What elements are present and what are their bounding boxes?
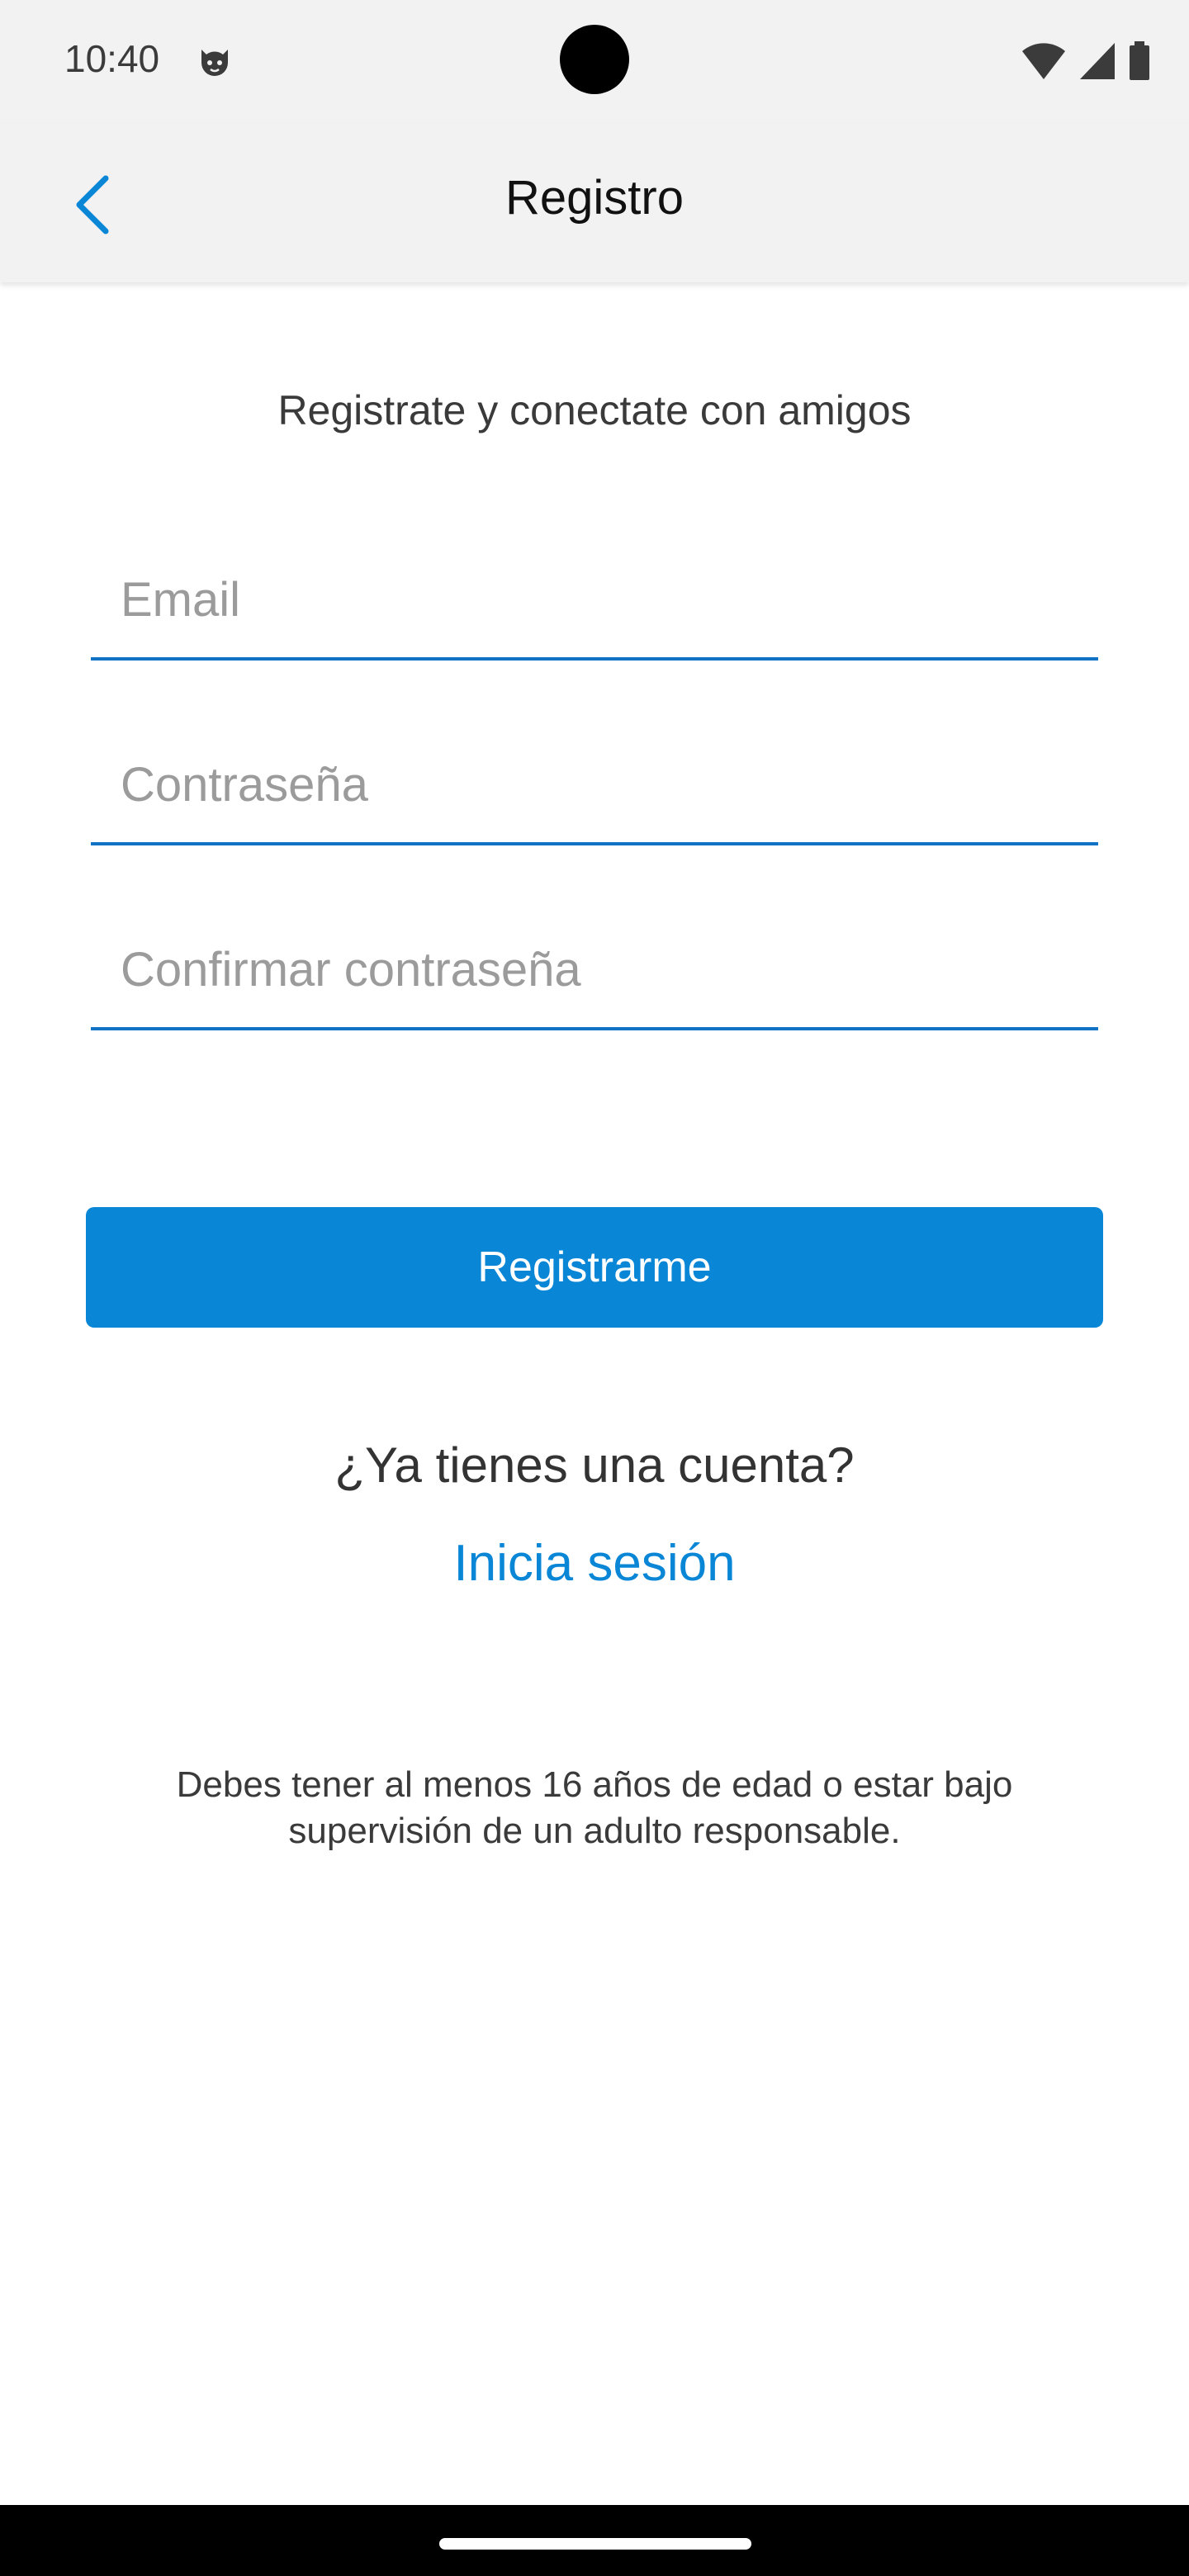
- password-input[interactable]: [121, 757, 1090, 812]
- wifi-icon: [1021, 41, 1067, 81]
- status-bar: 10:40: [0, 0, 1189, 124]
- status-time: 10:40: [64, 37, 160, 80]
- status-icons: [1021, 40, 1151, 83]
- have-account-prompt: ¿Ya tienes una cuenta?: [334, 1437, 855, 1493]
- login-link[interactable]: Inicia sesión: [0, 1534, 1189, 1593]
- email-input[interactable]: [121, 572, 1090, 627]
- page-title: Registro: [505, 171, 684, 225]
- password-field: [91, 722, 1098, 845]
- home-indicator[interactable]: [439, 2538, 751, 2550]
- email-field: [91, 537, 1098, 661]
- form-subtitle: Registrate y conectate con amigos: [277, 387, 912, 433]
- battery-icon: [1128, 41, 1151, 81]
- registration-screen: 10:40 Registro Registrate y conectate co…: [0, 0, 1189, 2576]
- camera-cutout: [560, 25, 629, 94]
- confirm-password-field: [91, 907, 1098, 1030]
- confirm-password-input[interactable]: [121, 942, 1090, 997]
- register-button[interactable]: Registrarme: [86, 1207, 1103, 1328]
- cat-face-icon: [195, 41, 234, 81]
- app-bar: Registro: [0, 124, 1189, 282]
- age-disclaimer: Debes tener al menos 16 años de edad o e…: [176, 1764, 1013, 1851]
- cellular-signal-icon: [1078, 41, 1116, 81]
